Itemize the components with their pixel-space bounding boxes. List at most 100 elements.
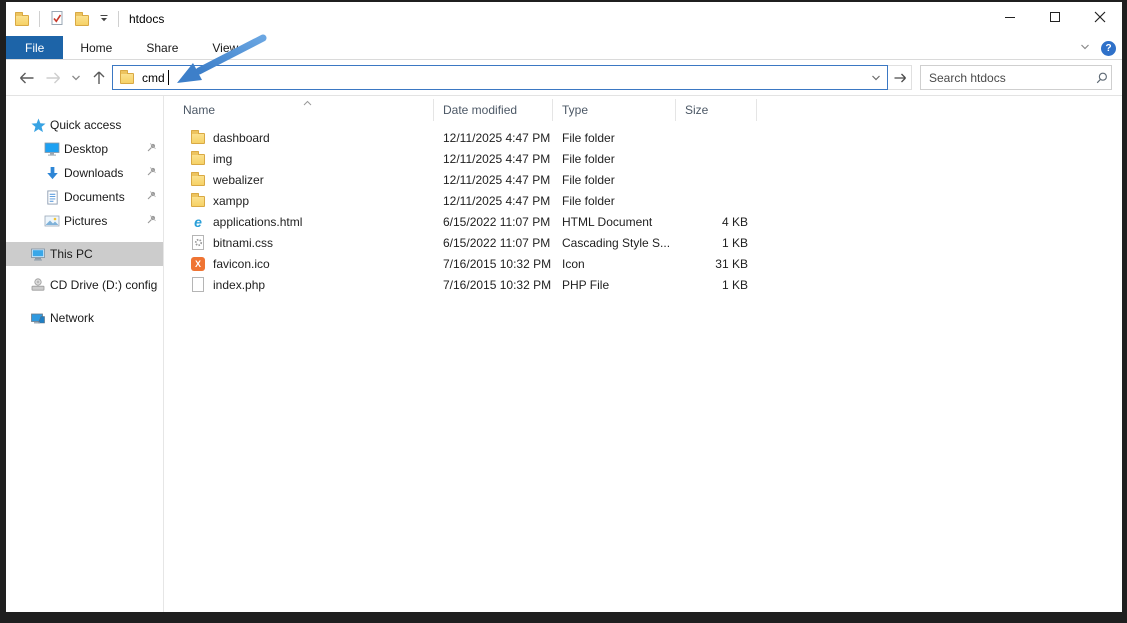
table-row[interactable]: e X webalizer 12/11/2025 4:47 PM File fo…	[164, 169, 1122, 190]
file-type: File folder	[553, 131, 676, 145]
address-value: cmd	[142, 71, 165, 85]
search-icon[interactable]	[1092, 71, 1111, 85]
file-rows: e X dashboard 12/11/2025 4:47 PM File fo…	[164, 127, 1122, 295]
column-header-date-modified[interactable]: Date modified	[434, 99, 553, 121]
text-cursor	[168, 70, 169, 85]
file-date-modified: 12/11/2025 4:47 PM	[434, 131, 553, 145]
downloads-icon	[44, 165, 60, 181]
forward-arrow-icon	[44, 71, 62, 85]
folder-icon	[190, 193, 206, 209]
file-name: applications.html	[213, 215, 302, 229]
table-row[interactable]: e X applications.html 6/15/2022 11:07 PM…	[164, 211, 1122, 232]
file-name: webalizer	[213, 173, 264, 187]
sidebar-item-documents[interactable]: Documents	[6, 185, 163, 209]
minimize-button[interactable]	[987, 2, 1032, 32]
up-button[interactable]	[86, 65, 112, 91]
table-row[interactable]: e X index.php 7/16/2015 10:32 PM PHP Fil…	[164, 274, 1122, 295]
file-type: File folder	[553, 194, 676, 208]
file-icon	[190, 277, 206, 293]
sidebar-item-downloads[interactable]: Downloads	[6, 161, 163, 185]
maximize-icon	[1050, 12, 1060, 22]
file-date-modified: 6/15/2022 11:07 PM	[434, 215, 553, 229]
help-icon[interactable]: ?	[1101, 41, 1116, 56]
navigation-pane: Quick access Desktop Downloads	[6, 96, 164, 612]
folder-icon	[190, 172, 206, 188]
maximize-button[interactable]	[1032, 2, 1077, 32]
tab-share[interactable]: Share	[129, 36, 195, 59]
back-arrow-icon	[18, 71, 36, 85]
divider	[39, 11, 40, 27]
table-row[interactable]: e X bitnami.css 6/15/2022 11:07 PM Casca…	[164, 232, 1122, 253]
file-date-modified: 7/16/2015 10:32 PM	[434, 257, 553, 271]
file-date-modified: 6/15/2022 11:07 PM	[434, 236, 553, 250]
titlebar: htdocs	[6, 2, 1122, 36]
chevron-down-icon	[71, 74, 81, 82]
expand-ribbon-chevron-icon[interactable]	[1079, 41, 1091, 56]
table-row[interactable]: e X favicon.ico 7/16/2015 10:32 PM Icon …	[164, 253, 1122, 274]
search-box	[920, 65, 1112, 90]
sidebar-item-label: Downloads	[64, 166, 123, 180]
explorer-window: htdocs File Home Share View ?	[6, 2, 1122, 612]
quick-access-toolbar	[6, 10, 119, 29]
sidebar-item-cd-drive[interactable]: CD Drive (D:) config-	[6, 273, 163, 297]
file-name: favicon.ico	[213, 257, 270, 271]
sidebar-item-network[interactable]: Network	[6, 306, 163, 330]
xampp-favicon-icon: X	[190, 256, 206, 272]
search-input[interactable]	[921, 71, 1092, 85]
back-button[interactable]	[14, 65, 40, 91]
file-date-modified: 7/16/2015 10:32 PM	[434, 278, 553, 292]
table-row[interactable]: e X xampp 12/11/2025 4:47 PM File folder	[164, 190, 1122, 211]
sidebar-item-this-pc[interactable]: This PC	[6, 242, 163, 266]
sidebar-item-label: This PC	[50, 247, 93, 261]
address-dropdown-chevron-icon[interactable]	[871, 71, 881, 85]
this-pc-icon	[30, 246, 46, 262]
table-row[interactable]: e X img 12/11/2025 4:47 PM File folder	[164, 148, 1122, 169]
documents-icon	[44, 189, 60, 205]
new-folder-icon[interactable]	[74, 11, 90, 27]
close-button[interactable]	[1077, 2, 1122, 32]
window-controls	[987, 2, 1122, 32]
file-size: 1 KB	[676, 278, 757, 292]
column-header-name[interactable]: Name	[164, 99, 434, 121]
ribbon-tabs: File Home Share View ?	[6, 36, 1122, 60]
quick-access-star-icon	[30, 117, 46, 133]
file-date-modified: 12/11/2025 4:47 PM	[434, 152, 553, 166]
sidebar-item-desktop[interactable]: Desktop	[6, 137, 163, 161]
css-file-icon	[190, 235, 206, 251]
file-name: index.php	[213, 278, 265, 292]
recent-locations-button[interactable]	[66, 65, 86, 91]
forward-button[interactable]	[40, 65, 66, 91]
tab-view[interactable]: View	[195, 36, 255, 59]
sidebar-item-quick-access[interactable]: Quick access	[6, 113, 163, 137]
minimize-icon	[1005, 17, 1015, 18]
column-header-size[interactable]: Size	[676, 99, 757, 121]
file-type: Icon	[553, 257, 676, 271]
file-type: Cascading Style S...	[553, 236, 676, 250]
address-input[interactable]: cmd	[112, 65, 888, 90]
sort-ascending-icon	[303, 95, 312, 109]
go-button[interactable]	[888, 65, 912, 90]
sidebar-item-label: Quick access	[50, 118, 121, 132]
folder-icon	[190, 151, 206, 167]
tab-file[interactable]: File	[6, 36, 63, 59]
up-arrow-icon	[92, 70, 106, 86]
pin-icon	[146, 190, 157, 204]
sidebar-item-label: CD Drive (D:) config-	[50, 278, 158, 292]
file-type: HTML Document	[553, 215, 676, 229]
navigation-bar: cmd	[6, 60, 1122, 96]
file-type: File folder	[553, 152, 676, 166]
sidebar-item-pictures[interactable]: Pictures	[6, 209, 163, 233]
tab-home[interactable]: Home	[63, 36, 129, 59]
desktop-icon	[44, 141, 60, 157]
address-bar: cmd	[112, 65, 912, 90]
customize-qat-chevron-icon[interactable]	[99, 12, 109, 26]
window-folder-icon	[14, 11, 30, 27]
table-row[interactable]: e X dashboard 12/11/2025 4:47 PM File fo…	[164, 127, 1122, 148]
properties-check-icon[interactable]	[49, 10, 65, 29]
network-icon	[30, 310, 46, 326]
file-type: PHP File	[553, 278, 676, 292]
column-header-type[interactable]: Type	[553, 99, 676, 121]
sidebar-item-label: Pictures	[64, 214, 107, 228]
file-date-modified: 12/11/2025 4:47 PM	[434, 173, 553, 187]
go-arrow-icon	[893, 72, 907, 84]
